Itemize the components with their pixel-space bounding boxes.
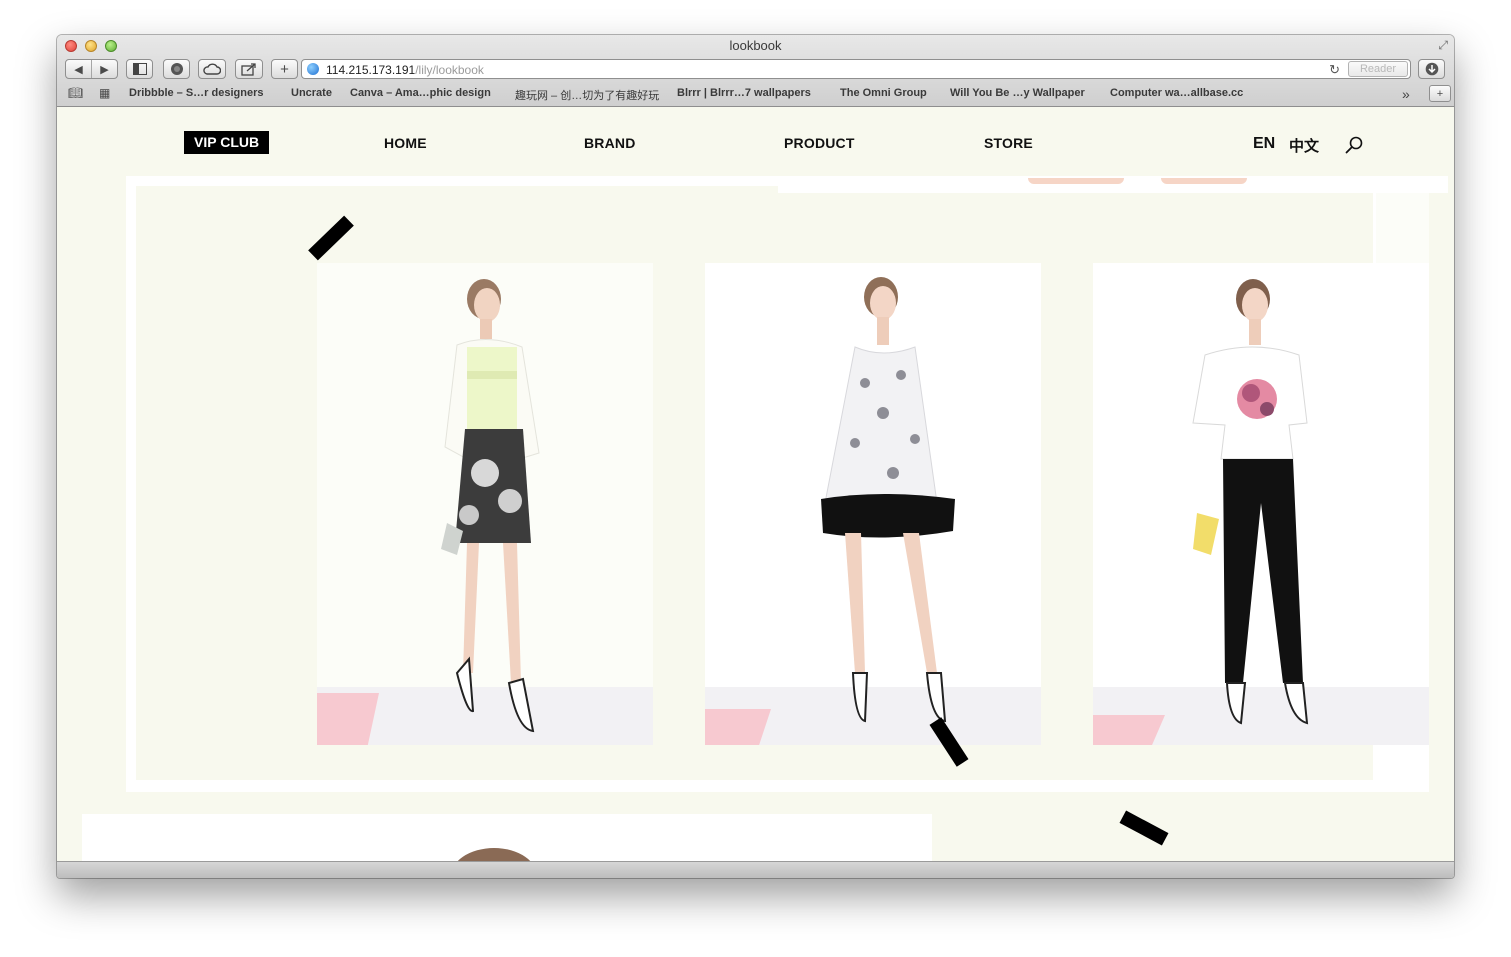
bookmark-item[interactable]: The Omni Group bbox=[840, 87, 927, 99]
window-title: lookbook bbox=[729, 38, 782, 53]
back-forward-buttons: ◀ ▶ bbox=[65, 59, 118, 79]
forward-icon[interactable]: ▶ bbox=[92, 63, 117, 76]
decorative-slash bbox=[1119, 810, 1169, 846]
reader-button[interactable]: Reader bbox=[1348, 61, 1408, 77]
bookmark-item[interactable]: Canva – Ama…phic design bbox=[350, 87, 491, 99]
bookmark-item[interactable]: Computer wa…allbase.cc bbox=[1110, 87, 1243, 99]
share-icon[interactable] bbox=[235, 59, 263, 79]
nav-product[interactable]: PRODUCT bbox=[784, 135, 855, 151]
globe-icon bbox=[307, 63, 319, 75]
next-look-card[interactable] bbox=[82, 814, 932, 862]
bookmarks-bar: 📖︎ ▦ Dribbble – S…r designers Uncrate Ca… bbox=[57, 84, 1454, 104]
fullscreen-icon[interactable]: ⤢ bbox=[1438, 38, 1448, 53]
bookmark-item[interactable]: Dribbble – S…r designers bbox=[129, 87, 263, 99]
title-bar: lookbook ⤢ bbox=[57, 35, 1454, 57]
more-bookmarks-icon[interactable]: » bbox=[1402, 86, 1410, 102]
lang-zh-link[interactable]: 中文 bbox=[1289, 135, 1319, 156]
look-card[interactable] bbox=[317, 263, 653, 745]
new-tab-icon[interactable]: + bbox=[1429, 85, 1451, 102]
bookmark-item[interactable]: Will You Be …y Wallpaper bbox=[950, 87, 1085, 99]
nav-home[interactable]: HOME bbox=[384, 135, 427, 151]
model-photo bbox=[821, 277, 955, 723]
cloud-icon[interactable] bbox=[198, 59, 226, 79]
lookbook-page: VIP CLUB HOME BRAND PRODUCT STORE EN 中文 bbox=[57, 107, 1454, 862]
reload-icon[interactable]: ↻ bbox=[1329, 62, 1340, 78]
add-icon[interactable]: + bbox=[271, 59, 298, 79]
lang-en-link[interactable]: EN bbox=[1253, 135, 1275, 153]
look-card[interactable] bbox=[1093, 263, 1429, 745]
browser-toolbar: ◀ ▶ + 114.215.173.191/lily/lookbook ↻ Re… bbox=[57, 58, 1454, 82]
browser-window: lookbook ⤢ ◀ ▶ + 114.215.173.191/lily/lo… bbox=[57, 35, 1454, 878]
bookmark-item[interactable]: Uncrate bbox=[291, 87, 332, 99]
peek-strip bbox=[778, 176, 1448, 193]
look-card[interactable] bbox=[705, 263, 1041, 745]
address-bar[interactable]: 114.215.173.191/lily/lookbook ↻ Reader bbox=[301, 59, 1411, 79]
bookmark-item[interactable]: 趣玩网 – 创…切为了有趣好玩 bbox=[515, 87, 659, 103]
back-icon[interactable]: ◀ bbox=[66, 63, 91, 76]
url-text[interactable]: 114.215.173.191/lily/lookbook bbox=[326, 63, 484, 77]
model-photo bbox=[456, 848, 532, 862]
top-sites-grid-icon[interactable]: ▦ bbox=[99, 86, 110, 100]
reading-list-icon[interactable]: 📖︎ bbox=[68, 86, 83, 100]
status-bar bbox=[57, 861, 1454, 878]
search-icon[interactable] bbox=[1344, 135, 1364, 155]
download-icon[interactable] bbox=[1418, 59, 1445, 79]
nav-brand[interactable]: BRAND bbox=[584, 135, 636, 151]
bookmark-item[interactable]: Blrrr | Blrrr…7 wallpapers bbox=[677, 87, 811, 99]
model-photo bbox=[441, 279, 540, 733]
vip-club-button[interactable]: VIP CLUB bbox=[184, 131, 270, 154]
model-photo bbox=[1192, 279, 1309, 725]
sidebar-icon[interactable] bbox=[126, 59, 153, 79]
browser-chrome: lookbook ⤢ ◀ ▶ + 114.215.173.191/lily/lo… bbox=[57, 35, 1454, 107]
top-sites-icon[interactable] bbox=[163, 59, 190, 79]
nav-store[interactable]: STORE bbox=[984, 135, 1033, 151]
